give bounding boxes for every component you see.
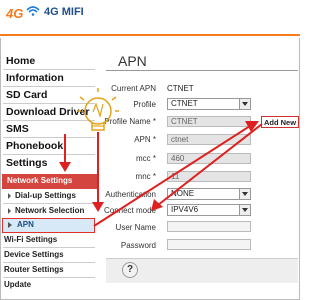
profile-name-field[interactable]: CTNET: [167, 116, 251, 127]
sidebar-item-wifi-settings[interactable]: Wi-Fi Settings: [4, 235, 57, 244]
chevron-down-icon: [239, 189, 250, 199]
mnc-field[interactable]: 11: [167, 171, 251, 182]
apn-field[interactable]: ctnet: [167, 134, 251, 145]
divider: [3, 86, 95, 87]
title-divider: [106, 70, 298, 71]
logo-4g: 4G: [6, 6, 24, 21]
current-apn-label: Current APN: [111, 84, 156, 93]
divider: [3, 120, 95, 121]
password-label: Password: [120, 241, 156, 250]
sidebar-item-download-driver[interactable]: Download Driver: [6, 106, 89, 118]
sidebar-item-update[interactable]: Update: [4, 280, 31, 289]
sidebar-item-information[interactable]: Information: [6, 72, 64, 84]
divider: [3, 103, 95, 104]
sidebar-item-phonebook[interactable]: Phonebook: [6, 140, 63, 152]
chevron-right-icon: [8, 222, 12, 228]
divider: [3, 154, 95, 155]
brand-title: 4G MIFI: [44, 6, 84, 18]
help-icon[interactable]: ?: [122, 262, 138, 278]
divider: [3, 69, 95, 70]
authentication-select-value: NONE: [171, 189, 195, 198]
sidebar-item-router-settings[interactable]: Router Settings: [4, 265, 64, 274]
sidebar-item-sd-card[interactable]: SD Card: [6, 89, 47, 101]
user-name-field[interactable]: [167, 221, 251, 232]
mcc-label: mcc *: [136, 154, 156, 163]
chevron-right-icon: [8, 192, 11, 199]
sidebar-item-sms[interactable]: SMS: [6, 123, 29, 135]
chevron-right-icon: [8, 207, 11, 214]
sidebar-subitem-dialup[interactable]: Dial-up Settings: [8, 191, 76, 200]
current-apn-value: CTNET: [167, 84, 194, 93]
sidebar-item-network-settings[interactable]: Network Settings: [2, 174, 97, 189]
profile-select-value: CTNET: [171, 99, 198, 108]
connect-mode-select-value: IPV4V6: [171, 205, 199, 214]
page-title: APN: [118, 53, 147, 69]
authentication-label: Authentication: [105, 190, 156, 199]
connect-mode-select[interactable]: IPV4V6: [167, 204, 251, 216]
header: 4G 4G MIFI: [0, 0, 300, 38]
sidebar-item-device-settings[interactable]: Device Settings: [4, 250, 64, 259]
network-selection-label: Network Selection: [15, 206, 85, 215]
divider: [3, 277, 95, 278]
chevron-down-icon: [239, 99, 250, 109]
add-new-button[interactable]: Add New: [261, 116, 299, 128]
network-settings-label: Network Settings: [7, 176, 73, 185]
authentication-select[interactable]: NONE: [167, 188, 251, 200]
divider: [3, 203, 95, 204]
header-divider: [0, 34, 300, 36]
apn-label: APN: [17, 220, 34, 229]
divider: [3, 137, 95, 138]
divider: [3, 262, 95, 263]
mnc-label: mnc *: [135, 172, 156, 181]
wifi-icon: [26, 6, 40, 16]
chevron-down-icon: [239, 205, 250, 215]
profile-select[interactable]: CTNET: [167, 98, 251, 110]
dialup-label: Dial-up Settings: [15, 191, 76, 200]
mcc-field[interactable]: 460: [167, 153, 251, 164]
profile-label: Profile: [133, 100, 156, 109]
sidebar-item-home[interactable]: Home: [6, 55, 35, 67]
sidebar-subitem-network-selection[interactable]: Network Selection: [8, 206, 84, 215]
profile-name-label: Profile Name *: [104, 117, 156, 126]
sidebar-subitem-apn[interactable]: APN: [2, 218, 95, 233]
divider: [3, 247, 95, 248]
user-name-label: User Name: [115, 223, 156, 232]
apn-field-label: APN *: [134, 135, 156, 144]
password-field[interactable]: [167, 239, 251, 250]
connect-mode-label: Connect mode: [103, 206, 156, 215]
sidebar-item-settings[interactable]: Settings: [6, 157, 47, 169]
